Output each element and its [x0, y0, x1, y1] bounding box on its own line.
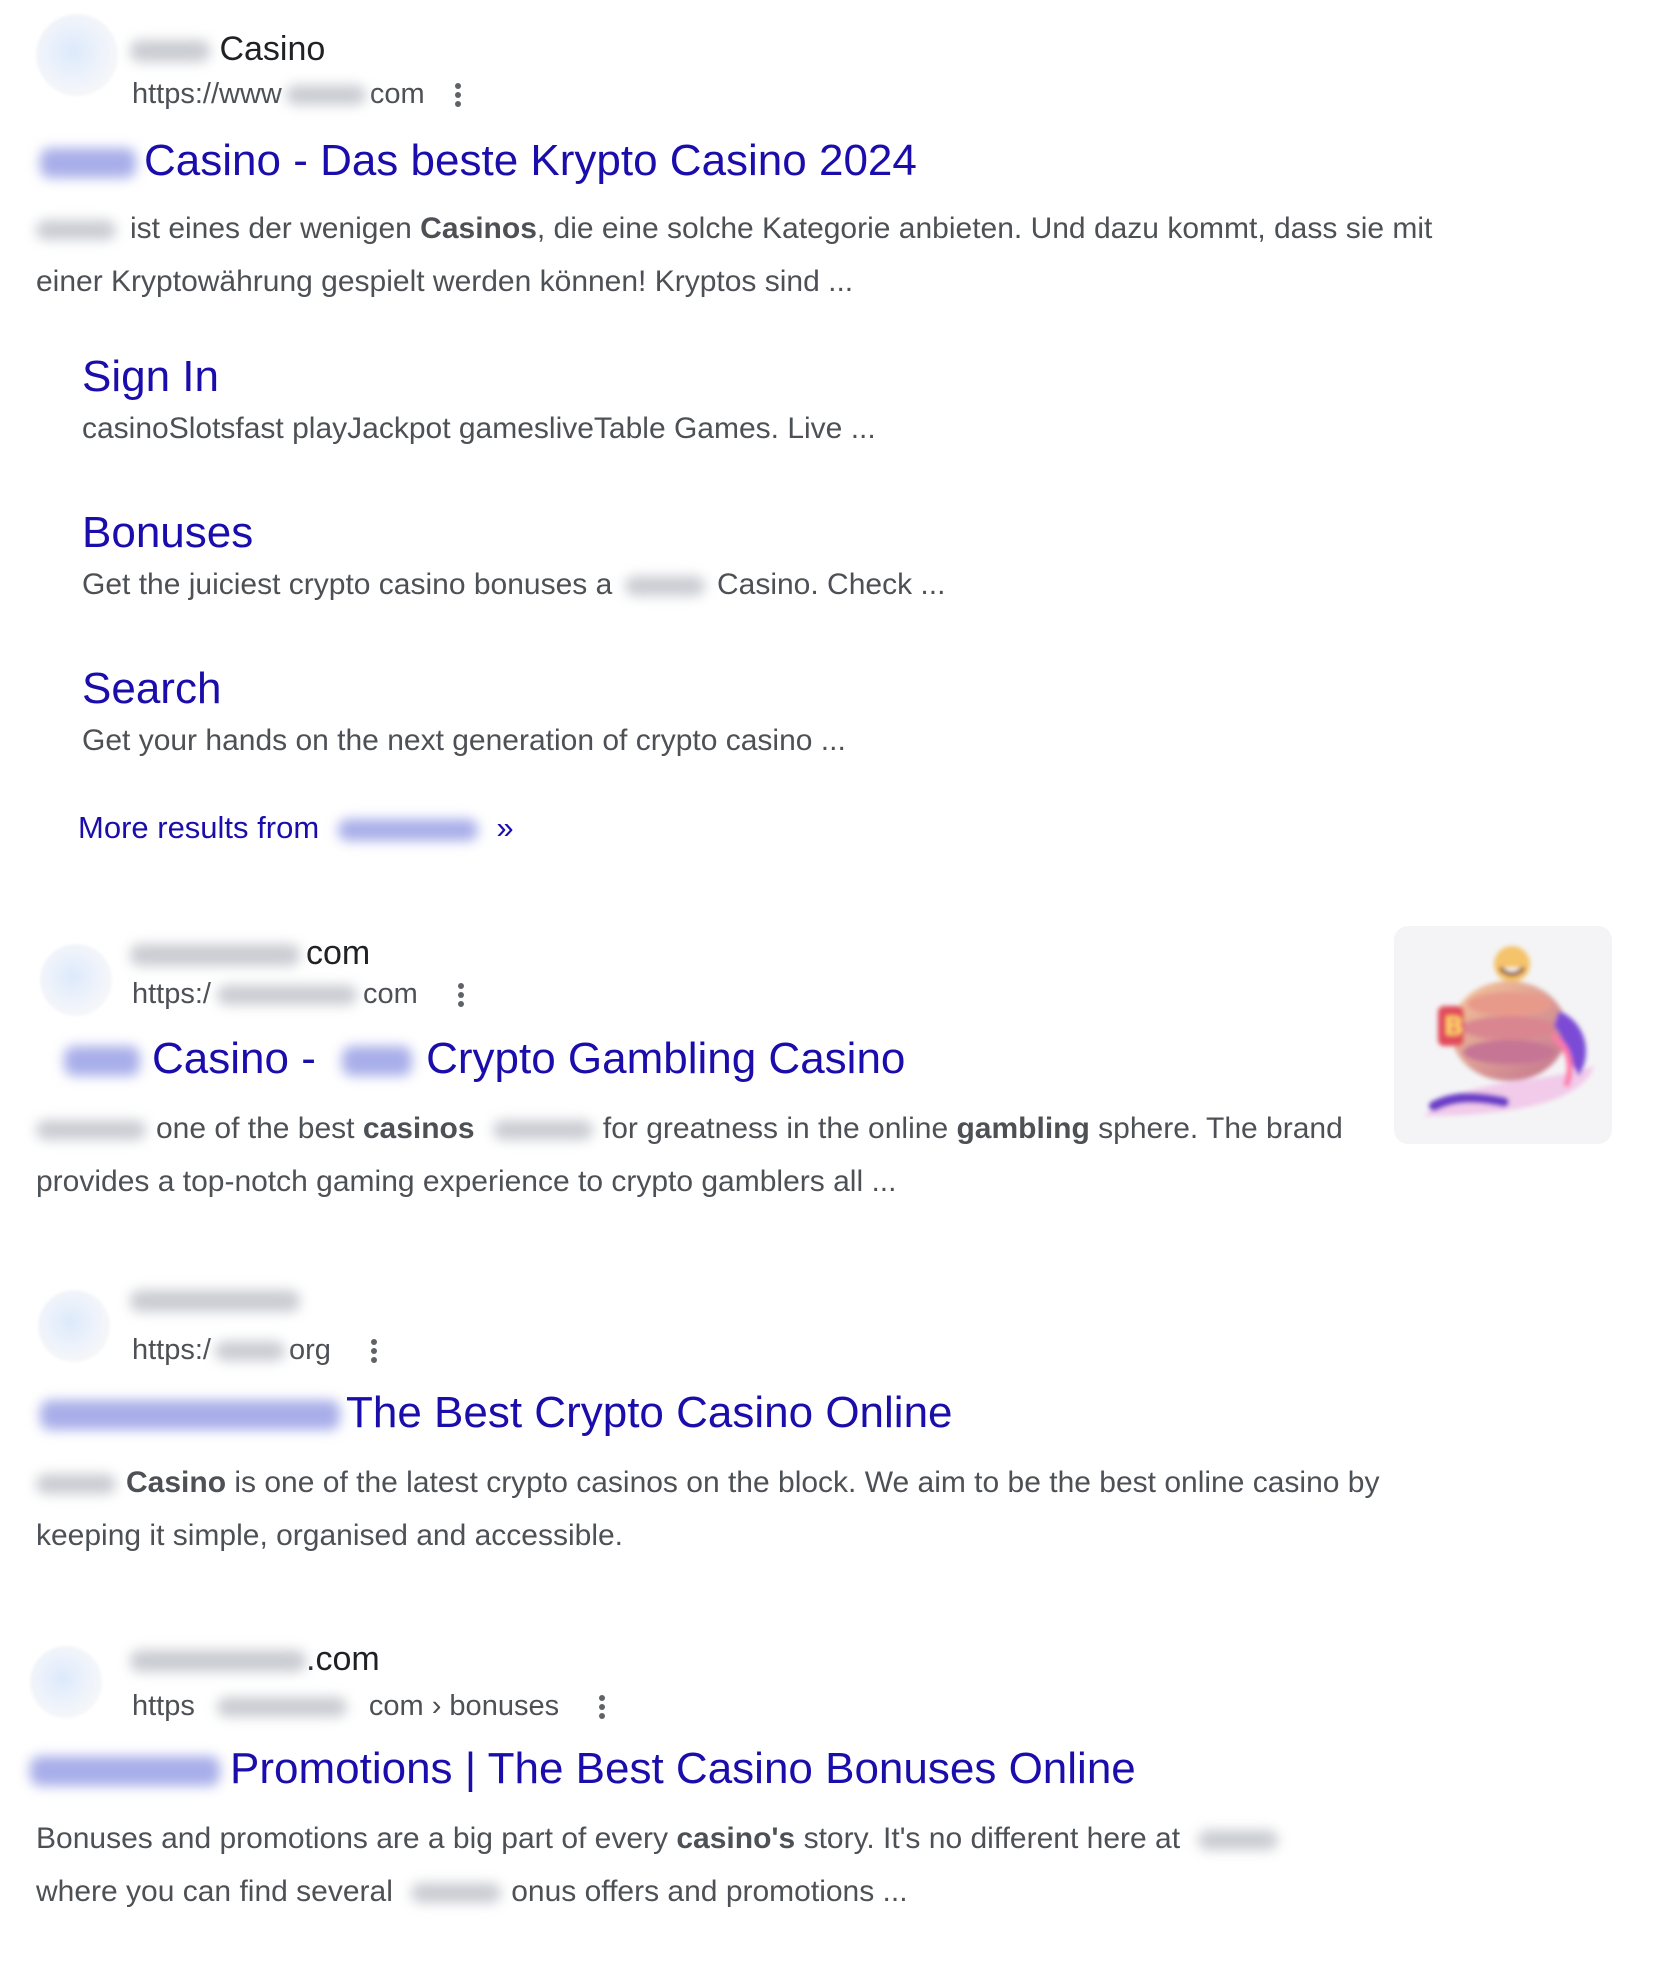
redacted-text [217, 985, 357, 1006]
site-name[interactable]: .com [130, 1640, 380, 1679]
sitelink-search[interactable]: Search Get your hands on the next genera… [82, 664, 846, 758]
globe-favicon-icon [40, 944, 112, 1016]
redacted-text [64, 1046, 140, 1077]
redacted-text [492, 1120, 593, 1141]
sitelink-description: Get the juiciest crypto casino bonuses a… [82, 568, 946, 601]
site-name[interactable]: com [130, 934, 370, 973]
redacted-text [130, 1290, 300, 1313]
redacted-text [337, 818, 478, 841]
redacted-text [36, 1474, 116, 1495]
sitelink-title[interactable]: Search [82, 664, 846, 714]
sitelink-title[interactable]: Bonuses [82, 508, 945, 558]
redacted-text [215, 1341, 285, 1362]
mascot-illustration: B [1424, 946, 1594, 1116]
sitelink-title[interactable]: Sign In [82, 352, 876, 402]
redacted-text [130, 40, 210, 63]
mascot-thumbnail-image[interactable]: B [1394, 926, 1612, 1144]
globe-favicon-icon [30, 1646, 102, 1718]
redacted-text [342, 1046, 413, 1077]
redacted-text [1198, 1830, 1279, 1851]
result-title-link[interactable]: Casino - Crypto Gambling Casino [40, 1034, 905, 1084]
result-title-link[interactable]: Promotions | The Best Casino Bonuses Onl… [30, 1744, 1136, 1794]
result-snippet: Casino is one of the latest crypto casin… [36, 1466, 1380, 1552]
result-snippet: Bonuses and promotions are a big part of… [36, 1812, 1476, 1918]
result-title-link[interactable]: Casino - Das beste Krypto Casino 2024 [40, 136, 917, 186]
redacted-text [285, 85, 366, 106]
more-vert-icon[interactable] [454, 80, 465, 110]
redacted-text [216, 1697, 347, 1718]
result-snippet: ist eines der wenigen Casinos, die eine … [36, 212, 1433, 298]
redacted-text [624, 576, 705, 597]
more-vert-icon[interactable] [599, 1692, 609, 1722]
sitelink-description: casinoSlotsfast playJackpot gamesliveTab… [82, 412, 876, 445]
site-name[interactable] [130, 1280, 300, 1319]
more-results-link[interactable]: More results from » [78, 810, 514, 846]
redacted-text [130, 944, 300, 967]
sitelink-bonuses[interactable]: Bonuses Get the juiciest crypto casino b… [82, 508, 945, 602]
result-snippet: one of the best casinos for greatness in… [36, 1112, 1343, 1198]
result-url[interactable]: https://www com [132, 78, 465, 111]
redacted-text [40, 148, 136, 179]
redacted-text [36, 1120, 146, 1141]
result-url[interactable]: https:/com [132, 978, 468, 1011]
sitelink-description: Get your hands on the next generation of… [82, 724, 846, 757]
redacted-text [36, 220, 116, 241]
sitelink-sign-in[interactable]: Sign In casinoSlotsfast playJackpot game… [82, 352, 876, 446]
result-title-link[interactable]: The Best Crypto Casino Online [40, 1388, 953, 1438]
more-vert-icon[interactable] [370, 1336, 381, 1366]
redacted-text [130, 1650, 306, 1673]
redacted-text [40, 1400, 340, 1431]
search-results-page: Casino https://www com Casino - Das beste… [0, 0, 1663, 1971]
svg-text:B: B [1444, 1012, 1464, 1042]
globe-favicon-icon [36, 14, 118, 96]
more-vert-icon[interactable] [457, 980, 468, 1010]
redacted-text [411, 1883, 502, 1904]
site-name[interactable]: Casino [130, 30, 325, 69]
globe-favicon-icon [38, 1290, 110, 1362]
result-url[interactable]: https:/org [132, 1334, 381, 1367]
redacted-text [30, 1756, 220, 1787]
result-url[interactable]: https com › bonuses [132, 1690, 609, 1723]
